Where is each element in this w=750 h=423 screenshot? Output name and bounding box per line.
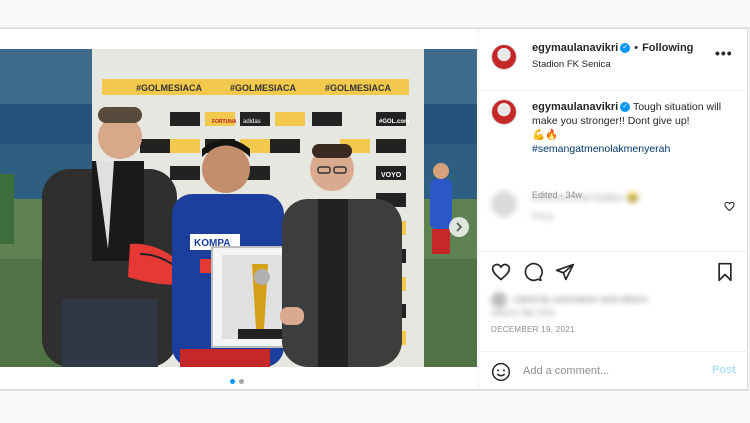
browser-bottom-strip	[0, 390, 750, 423]
bookmark-icon[interactable]	[716, 262, 734, 282]
more-options-button[interactable]: •••	[715, 45, 733, 61]
chevron-right-icon	[456, 222, 463, 232]
comment-reply-link[interactable]: Reply	[531, 211, 554, 221]
caption-username[interactable]: egymaulanavikri	[532, 101, 618, 113]
banner-text: #GOLMESIACA	[136, 83, 203, 93]
likes-line-2: others like this	[491, 308, 555, 319]
following-button[interactable]: Following	[642, 42, 693, 54]
next-image-button[interactable]	[449, 217, 469, 237]
carousel-indicator	[230, 379, 244, 384]
comment-input[interactable]	[523, 362, 703, 380]
sponsor-label: #GOL.com	[379, 119, 409, 125]
browser-top-strip	[0, 0, 750, 28]
post-side-panel: egymaulanavikri ✓ • Following Stadion FK Se…	[478, 29, 749, 391]
comment-icon[interactable]	[523, 262, 543, 282]
sponsor-label: adidas	[243, 119, 261, 125]
carousel-dot	[239, 379, 244, 384]
caption-avatar[interactable]	[491, 99, 517, 125]
post-header: egymaulanavikri ✓ • Following Stadion FK Se…	[479, 29, 749, 91]
post-date: DECEMBER 19, 2021	[491, 325, 575, 334]
share-icon[interactable]	[555, 262, 575, 282]
commenter-avatar[interactable]	[491, 191, 517, 217]
sponsor-label: FORTUNA	[212, 119, 237, 125]
carousel-dot-active	[230, 379, 235, 384]
verified-icon: ✓	[620, 43, 631, 54]
caption-emojis: 💪🔥	[532, 129, 559, 141]
post-location[interactable]: Stadion FK Senica	[532, 59, 611, 70]
author-avatar[interactable]	[491, 44, 517, 70]
banner-text-3: #GOLMESIACA	[325, 83, 392, 93]
liker-avatar	[491, 292, 507, 308]
instagram-post: #GOLMESIACA #GOLMESIACA #GOLMESIACA #GOL…	[0, 28, 749, 391]
post-media[interactable]: #GOLMESIACA #GOLMESIACA #GOLMESIACA #GOL…	[0, 49, 477, 367]
comment-text: comment text hidden 😂	[531, 193, 640, 204]
heart-icon[interactable]	[491, 262, 511, 282]
separator: •	[634, 42, 639, 54]
author-username[interactable]: egymaulanavikri	[532, 42, 618, 54]
post-photo: #GOLMESIACA #GOLMESIACA #GOLMESIACA #GOL…	[0, 49, 477, 367]
emoji-icon[interactable]	[491, 362, 511, 382]
sponsor-label: VOYO	[381, 172, 402, 179]
comment-box: Post	[479, 351, 749, 391]
post-comment-button[interactable]: Post	[712, 364, 736, 376]
likes-line-1: Liked by username and others	[513, 294, 648, 306]
caption-hashtag[interactable]: #semangatmenolakmenyerah	[532, 143, 670, 155]
caption: egymaulanavikri ✓ Tough situation will ma…	[532, 100, 742, 156]
likes-summary[interactable]: Liked by username and others	[491, 292, 648, 308]
banner-text-2: #GOLMESIACA	[230, 83, 297, 93]
header-line: egymaulanavikri ✓ • Following	[532, 42, 693, 54]
comment-heart-icon[interactable]	[724, 201, 735, 212]
post-actions: Liked by username and others others like…	[479, 251, 749, 351]
verified-icon: ✓	[620, 102, 631, 113]
comment-row: comment text hidden 😂 Reply	[491, 189, 741, 229]
